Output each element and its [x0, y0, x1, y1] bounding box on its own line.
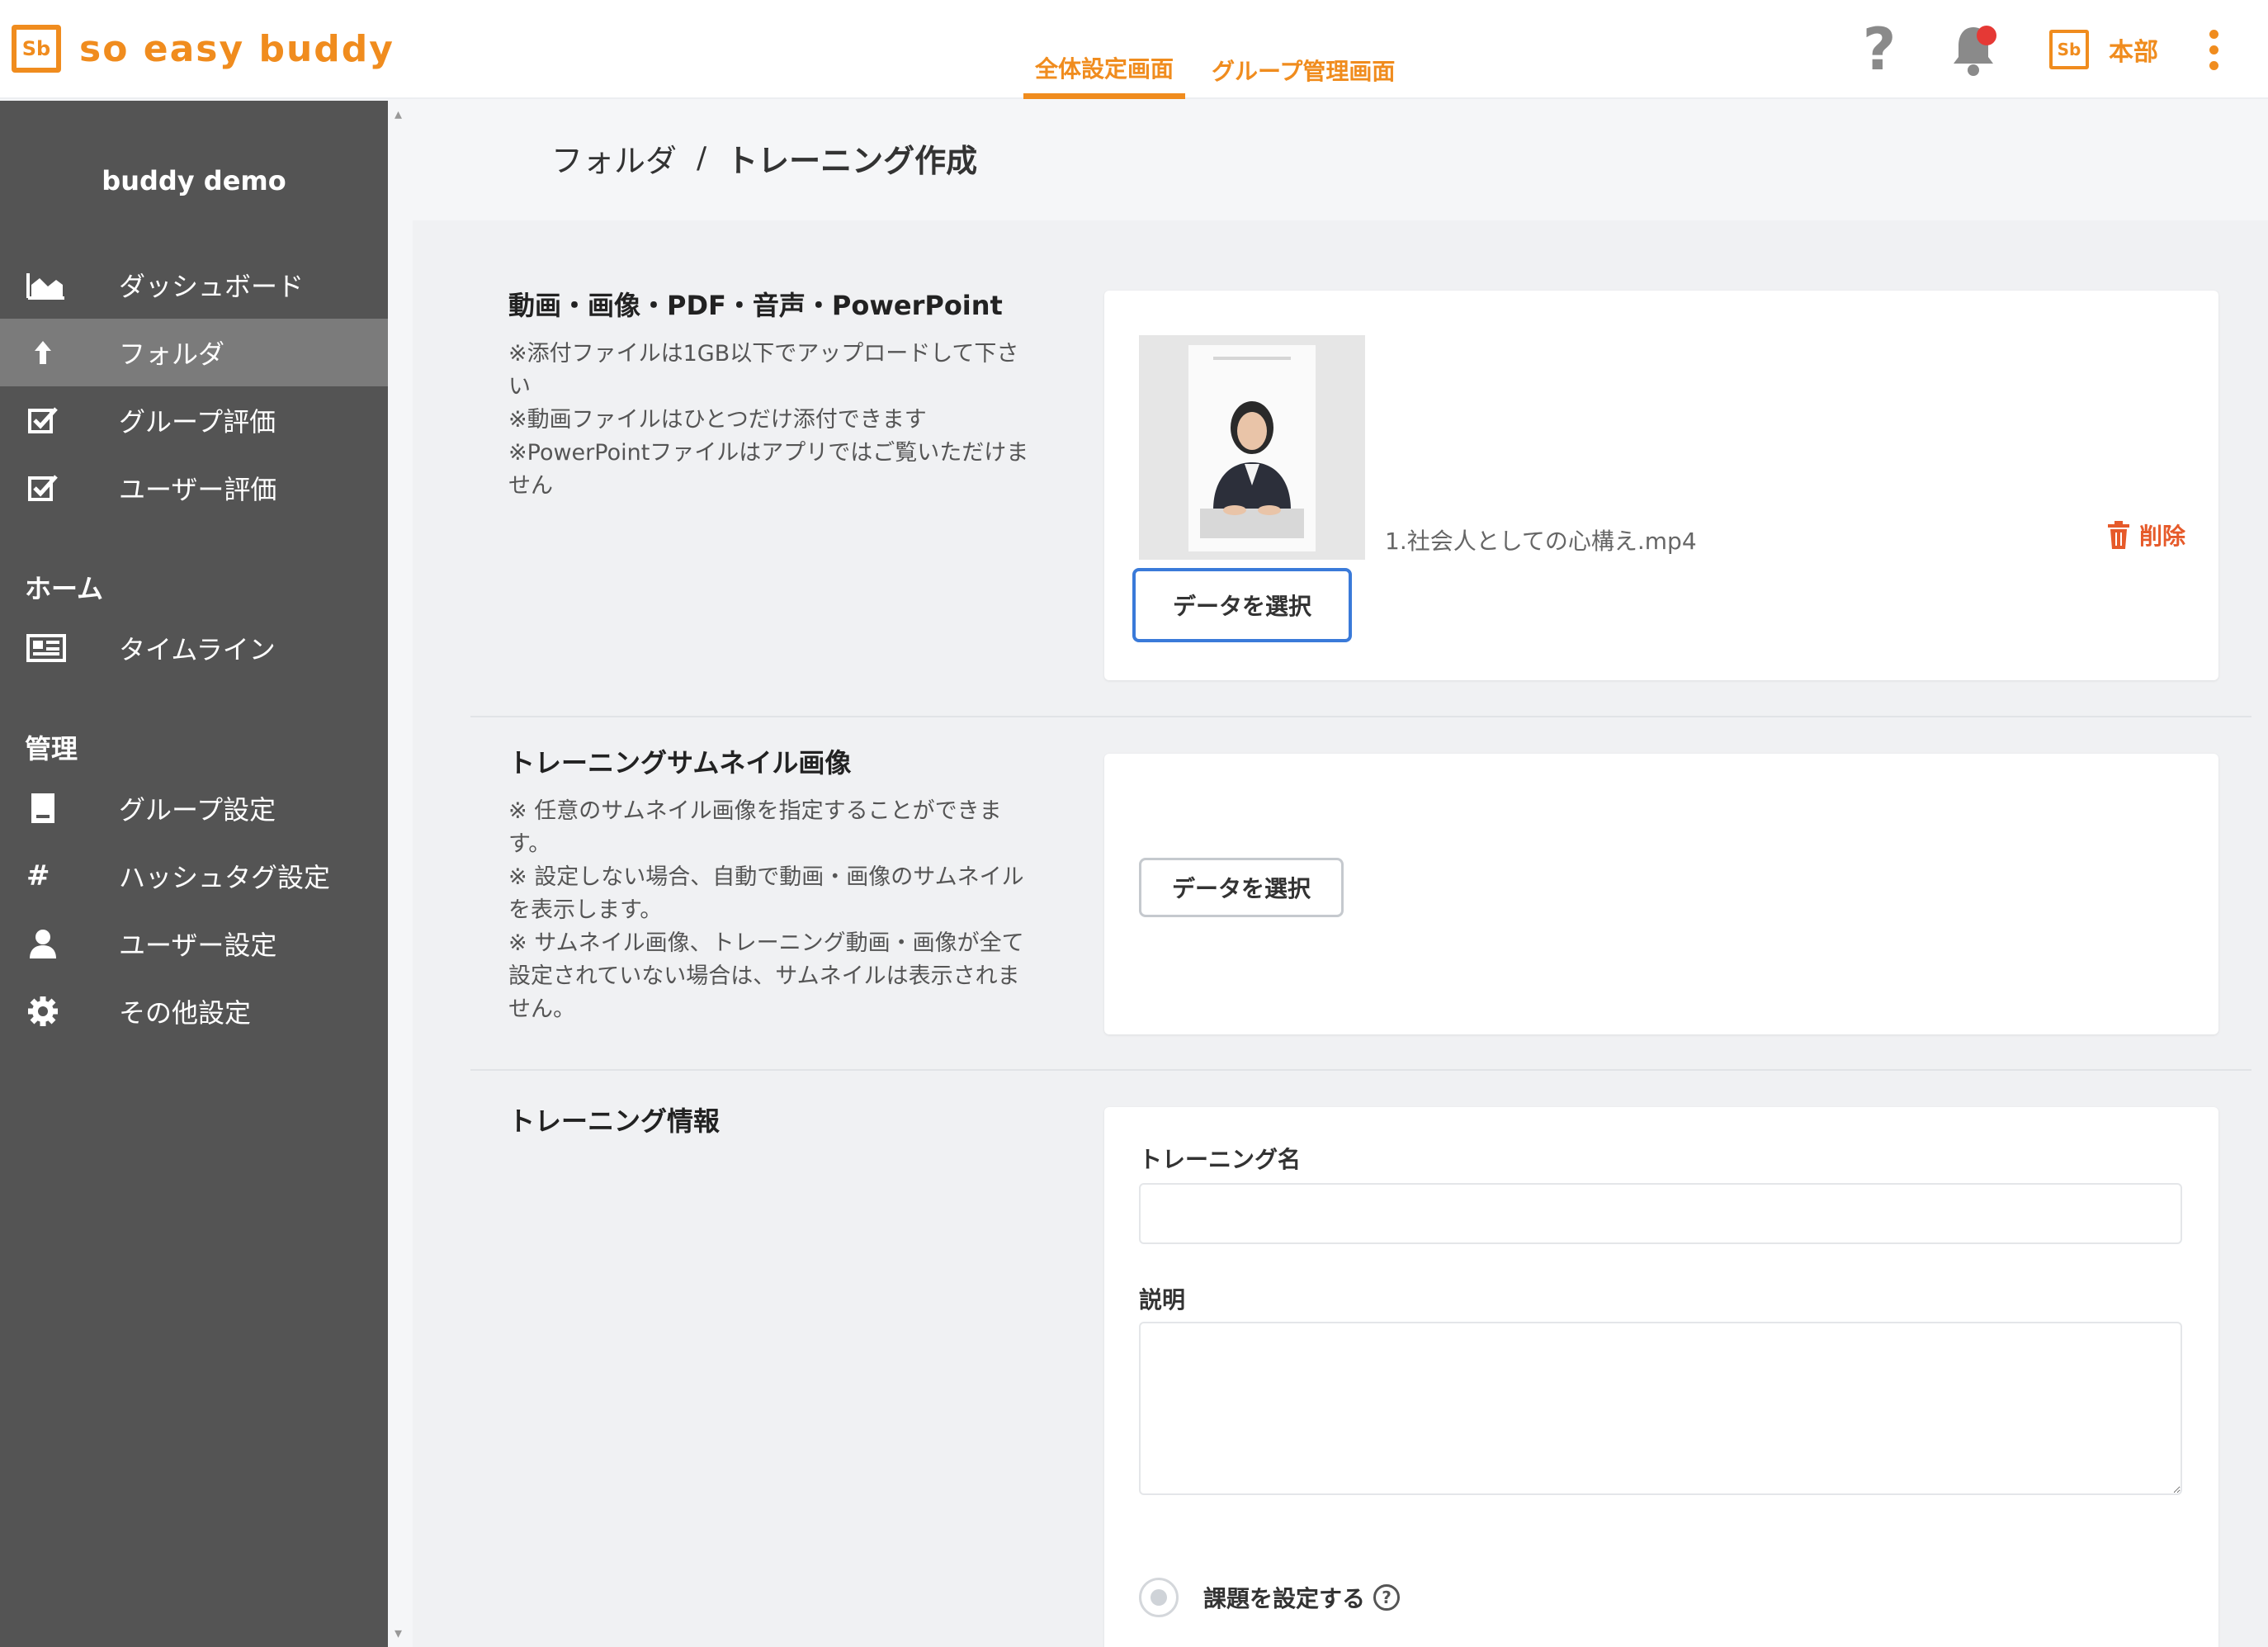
org-badge-icon[interactable]: Sb	[2049, 30, 2089, 69]
org-name[interactable]: 本部	[2109, 31, 2158, 68]
top-tabs: 全体設定画面 グループ管理画面	[1023, 41, 1421, 99]
user-icon	[26, 927, 68, 960]
section-divider	[470, 1069, 2251, 1071]
description-textarea[interactable]	[1139, 1322, 2182, 1495]
sidebar-item-hashtag-settings[interactable]: # ハッシュタグ設定	[0, 842, 388, 910]
thumbnail-section-label: トレーニングサムネイル画像 ※ 任意のサムネイル画像を指定することができます。 …	[508, 742, 1037, 1026]
chart-icon	[26, 268, 68, 301]
upload-arrow-icon	[26, 336, 68, 369]
sidebar-item-label: タイムライン	[119, 634, 276, 665]
sidebar-item-label: ユーザー設定	[119, 930, 277, 961]
form-content: 動画・画像・PDF・音声・PowerPoint ※添付ファイルは1GB以下でアッ…	[413, 220, 2268, 1647]
app-header: Sb so easy buddy 全体設定画面 グループ管理画面 ? Sb 本部	[0, 0, 2268, 99]
app-logo[interactable]: Sb so easy buddy	[12, 25, 395, 73]
tab-global-settings[interactable]: 全体設定画面	[1023, 41, 1186, 99]
breadcrumb-current: トレーニング作成	[726, 143, 978, 179]
thumbnail-note: ※ 任意のサムネイル画像を指定することができます。	[508, 798, 1002, 857]
info-section-label: トレーニング情報	[508, 1100, 1037, 1153]
breadcrumb: フォルダ / トレーニング作成	[551, 135, 977, 181]
video-thumbnail-frame	[1188, 345, 1316, 551]
info-card: トレーニング名 説明 課題を設定する ?	[1104, 1107, 2218, 1647]
delete-file-button[interactable]: 削除	[2106, 518, 2185, 551]
help-icon[interactable]: ?	[1855, 16, 1904, 83]
sidebar-item-user-evaluation[interactable]: ユーザー評価	[0, 454, 388, 522]
media-note: ※動画ファイルはひとつだけ添付できます	[508, 407, 927, 433]
sidebar-item-other-settings[interactable]: その他設定	[0, 977, 388, 1045]
breadcrumb-separator: /	[697, 141, 707, 175]
logo-mark: Sb	[12, 25, 61, 73]
document-icon	[26, 792, 68, 825]
thumbnail-section-title: トレーニングサムネイル画像	[508, 747, 852, 779]
tab-group-management[interactable]: グループ管理画面	[1200, 41, 1406, 99]
logo-text: so easy buddy	[79, 27, 395, 70]
notification-dot	[1977, 26, 1996, 45]
media-section-title: 動画・画像・PDF・音声・PowerPoint	[508, 290, 1003, 321]
help-circle-icon[interactable]: ?	[1373, 1584, 1401, 1611]
header-actions: ? Sb 本部	[1855, 15, 2218, 84]
sidebar-item-label: フォルダ	[119, 338, 225, 370]
sidebar-section-admin: 管理	[25, 733, 78, 764]
notification-bell-icon[interactable]	[1949, 21, 1998, 78]
assignment-label[interactable]: 課題を設定する	[1203, 1581, 1365, 1614]
scroll-down-arrow-icon[interactable]: ▾	[395, 1625, 402, 1642]
sidebar-item-label: グループ評価	[119, 406, 276, 438]
sidebar-item-folder[interactable]: フォルダ	[0, 319, 388, 386]
video-thumbnail	[1139, 335, 1365, 560]
more-menu-icon[interactable]	[2209, 29, 2218, 70]
sidebar-item-label: ユーザー評価	[119, 474, 277, 505]
thumbnail-select-data-button[interactable]: データを選択	[1139, 858, 1344, 917]
sidebar: buddy demo ダッシュボード フォルダ グループ評価 ユーザー評価 ホー…	[0, 101, 388, 1647]
sidebar-item-label: ハッシュタグ設定	[119, 862, 331, 893]
breadcrumb-parent[interactable]: フォルダ	[551, 135, 677, 181]
sidebar-item-user-settings[interactable]: ユーザー設定	[0, 910, 388, 977]
sidebar-item-dashboard[interactable]: ダッシュボード	[0, 251, 388, 319]
thumbnail-card: データを選択	[1104, 754, 2218, 1034]
description-label: 説明	[1139, 1286, 1186, 1313]
checkbox-icon	[26, 404, 68, 437]
training-name-label: トレーニング名	[1139, 1146, 1302, 1173]
media-note: ※添付ファイルは1GB以下でアップロードして下さい	[508, 341, 1019, 400]
media-card: 1.社会人としての心構え.mp4 削除 データを選択	[1104, 291, 2218, 680]
timeline-icon	[26, 632, 68, 665]
sidebar-section-home: ホーム	[25, 573, 104, 604]
hash-icon: #	[26, 859, 50, 892]
attached-file-name: 1.社会人としての心構え.mp4	[1385, 528, 1697, 555]
section-divider	[470, 716, 2251, 717]
media-select-data-button[interactable]: データを選択	[1132, 568, 1352, 642]
sidebar-item-group-evaluation[interactable]: グループ評価	[0, 386, 388, 454]
sidebar-item-group-settings[interactable]: グループ設定	[0, 774, 388, 842]
assignment-option: 課題を設定する ?	[1139, 1578, 1401, 1617]
sidebar-item-label: ダッシュボード	[119, 271, 305, 302]
sidebar-menu: ダッシュボード フォルダ グループ評価 ユーザー評価 ホーム タイムライン 管理…	[0, 251, 388, 1045]
thumbnail-note: ※ サムネイル画像、トレーニング動画・画像が全て設定されていない場合は、サムネイ…	[508, 930, 1024, 1022]
sidebar-title: buddy demo	[102, 165, 286, 196]
sidebar-item-timeline[interactable]: タイムライン	[0, 614, 388, 682]
checkbox-icon	[26, 471, 68, 504]
thumbnail-note: ※ 設定しない場合、自動で動画・画像のサムネイルを表示します。	[508, 864, 1024, 923]
info-section-title: トレーニング情報	[508, 1105, 721, 1137]
sidebar-item-label: その他設定	[119, 997, 252, 1029]
media-note: ※PowerPointファイルはアプリではご覧いただけません	[508, 440, 1029, 499]
delete-label: 削除	[2138, 523, 2185, 550]
trash-icon	[2107, 521, 2129, 549]
scroll-up-arrow-icon[interactable]: ▴	[395, 106, 402, 123]
media-section-label: 動画・画像・PDF・音声・PowerPoint ※添付ファイルは1GB以下でアッ…	[508, 285, 1037, 503]
training-name-input[interactable]	[1139, 1183, 2182, 1244]
main-area: フォルダ / トレーニング作成 動画・画像・PDF・音声・PowerPoint …	[413, 101, 2268, 1647]
gear-icon	[26, 995, 68, 1028]
sidebar-item-label: グループ設定	[119, 794, 276, 826]
assignment-radio[interactable]	[1139, 1578, 1179, 1617]
